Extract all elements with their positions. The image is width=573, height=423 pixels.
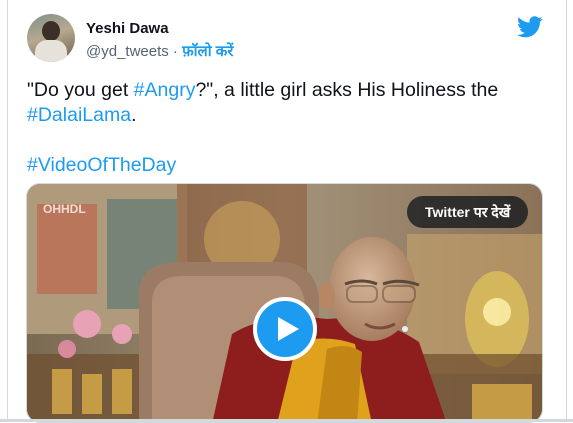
avatar-body bbox=[35, 40, 67, 62]
tweet-embed-card[interactable]: Yeshi Dawa @yd_tweets · फ़ॉलो करें "Do y… bbox=[7, 0, 567, 423]
tweet-line-3: #VideoOfTheDay bbox=[27, 153, 547, 178]
hashtag-angry[interactable]: #Angry bbox=[134, 79, 196, 101]
play-icon bbox=[278, 317, 299, 341]
play-button[interactable] bbox=[253, 297, 317, 361]
separator-dot: · bbox=[168, 43, 183, 60]
tweet-line-2: #DalaiLama. bbox=[27, 103, 547, 128]
tweet-text: "Do you get #Angry?", a little girl asks… bbox=[27, 78, 547, 178]
tweet-line-1: "Do you get #Angry?", a little girl asks… bbox=[27, 78, 547, 103]
author-handle[interactable]: @yd_tweets bbox=[86, 43, 169, 60]
follow-button[interactable]: फ़ॉलो करें bbox=[182, 43, 233, 60]
avatar[interactable] bbox=[27, 14, 75, 62]
watermark-ohhdl: OHHDL bbox=[43, 202, 86, 216]
tweet-text-part: "Do you get bbox=[27, 79, 134, 101]
tweet-text-part: ?", a little girl asks His Holiness the bbox=[195, 79, 499, 101]
hashtag-dalailama[interactable]: #DalaiLama bbox=[27, 104, 131, 126]
handle-row: @yd_tweets · फ़ॉलो करें bbox=[86, 41, 233, 61]
hashtag-videooftheday[interactable]: #VideoOfTheDay bbox=[27, 154, 176, 176]
watch-on-twitter-button[interactable]: Twitter पर देखें bbox=[407, 196, 529, 228]
tweet-text-part: . bbox=[131, 104, 137, 126]
twitter-bird-icon[interactable] bbox=[517, 16, 543, 38]
author-name[interactable]: Yeshi Dawa bbox=[86, 20, 169, 37]
avatar-head bbox=[42, 21, 60, 41]
video-thumbnail[interactable]: OHHDL Twitter पर देखें bbox=[26, 183, 543, 423]
